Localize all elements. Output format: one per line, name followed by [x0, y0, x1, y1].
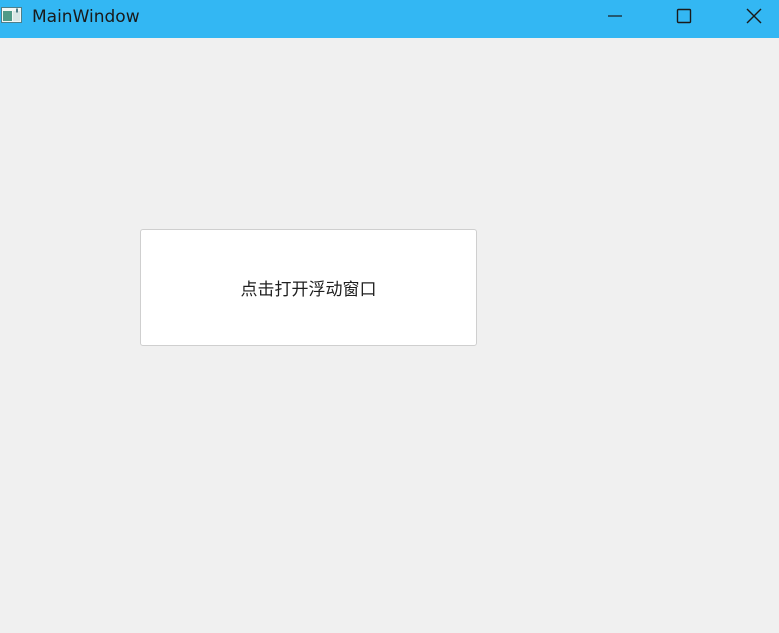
minimize-button[interactable]	[592, 0, 638, 31]
minimize-icon	[607, 8, 623, 24]
open-floating-window-button-label: 点击打开浮动窗口	[240, 280, 377, 300]
maximize-icon	[676, 8, 692, 24]
close-icon	[745, 7, 763, 25]
app-window-icon	[1, 7, 22, 23]
main-window: MainWindow 点击打开浮动窗口	[0, 0, 779, 633]
main-content-area: 点击打开浮动窗口	[0, 38, 779, 633]
close-button[interactable]	[731, 0, 777, 31]
window-title: MainWindow	[32, 7, 140, 27]
open-floating-window-button[interactable]: 点击打开浮动窗口	[140, 229, 477, 346]
title-bar[interactable]: MainWindow	[0, 0, 779, 38]
maximize-button[interactable]	[661, 0, 707, 31]
